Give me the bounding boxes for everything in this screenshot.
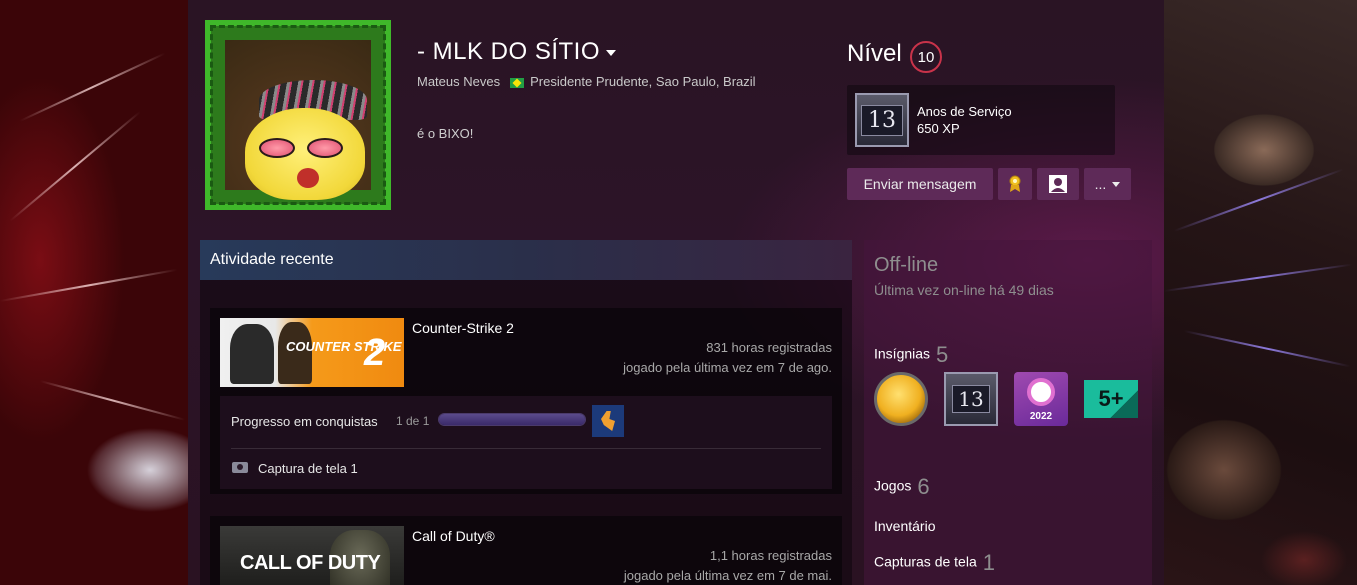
screenshots-label: Capturas de tela [874,553,977,570]
game-capsule-cod[interactable]: CALL OF DUTY [220,526,404,585]
game-card-cs2: COUNTER STRIKE 2 Counter-Strike 2 831 ho… [210,308,842,494]
persona-name[interactable]: - MLK DO SÍTIO [417,38,617,66]
real-name: Mateus Neves [417,74,501,89]
profile-sidebar: Off-line Última vez on-line há 49 dias I… [864,240,1152,585]
level-label: Nível [847,40,902,67]
five-plus-badge-icon[interactable]: 5+ [1084,380,1138,418]
divider [231,448,821,449]
view-profile-button[interactable] [1037,168,1079,200]
game-capsule-cs2[interactable]: COUNTER STRIKE 2 [220,318,404,387]
years-of-service-icon: 13 [855,93,909,147]
game-hours: 1,1 horas registradas [709,548,832,563]
background-right [1164,0,1357,585]
years-of-service-badge-icon[interactable]: 13 [944,372,998,426]
gold-coin-badge-icon[interactable] [874,372,928,426]
achievements-count: 1 de 1 [396,414,430,428]
capsule-number: 2 [364,332,386,374]
last-online: Última vez on-line há 49 dias [874,282,1054,298]
camera-icon [232,462,248,473]
game-hours: 831 horas registradas [706,340,832,355]
recent-activity-header: Atividade recente [200,240,852,280]
profile-avatar[interactable] [205,20,391,210]
profile-header-info: Mateus Neves Presidente Prudente, Sao Pa… [417,74,756,89]
avatar-image [225,40,371,200]
games-label: Jogos [874,477,912,494]
badge-xp: 650 XP [917,121,960,136]
achievement-progress-fill [439,414,585,425]
recent-activity-section: Atividade recente COUNTER STRIKE 2 Count… [200,240,852,585]
games-link[interactable]: Jogos 6 [874,474,930,500]
badges-label: Insígnias [874,345,931,362]
level-badge[interactable]: 10 [910,41,942,73]
game-last-played: jogado pela última vez em 7 de mai. [623,568,832,583]
badge-title: Anos de Serviço [917,104,1012,119]
capsule-logo: CALL OF DUTY [240,552,381,574]
background-left [0,0,188,585]
award-icon [1009,175,1021,192]
achievement-progress-bar [438,413,586,426]
favorite-badge[interactable]: 13 Anos de Serviço 650 XP [847,85,1115,155]
badges-link[interactable]: Insígnias 5 [874,342,948,368]
more-options-button[interactable]: ... [1084,168,1131,200]
years-number: 13 [861,104,903,136]
screenshots-section-link[interactable]: Capturas de tela 1 [874,550,995,576]
achievements-label[interactable]: Progresso em conquistas [231,414,378,429]
profile-summary: é o BIXO! [417,126,474,141]
award-button[interactable] [998,168,1032,200]
steam-2022-badge-icon[interactable]: 2022 [1014,372,1068,426]
game-name[interactable]: Call of Duty® [412,528,495,544]
badge-list: 13 2022 5+ [874,372,1138,426]
send-message-button[interactable]: Enviar mensagem [847,168,993,200]
screenshots-link[interactable]: Captura de tela 1 [258,461,358,476]
game-last-played: jogado pela última vez em 7 de ago. [623,360,832,375]
screenshots-count: 1 [982,550,995,575]
more-label: ... [1094,176,1107,192]
location-text: Presidente Prudente, Sao Paulo, Brazil [530,74,756,89]
games-count: 6 [917,474,930,499]
chevron-down-icon [1112,181,1121,187]
online-status: Off-line [874,254,939,276]
achievement-icon[interactable] [592,405,624,437]
chevron-down-icon[interactable] [606,49,617,56]
game-card-cod: CALL OF DUTY Call of Duty® 1,1 horas reg… [210,516,842,585]
inventory-link[interactable]: Inventário [874,518,935,534]
brazil-flag-icon [510,77,525,88]
location: Presidente Prudente, Sao Paulo, Brazil [510,74,756,89]
game-name[interactable]: Counter-Strike 2 [412,320,514,336]
achievement-progress-box: Progresso em conquistas 1 de 1 Captura d… [220,396,832,489]
profile-panel: - MLK DO SÍTIO Mateus Neves Presidente P… [188,0,1164,585]
badges-count: 5 [936,342,949,367]
user-icon [1049,175,1067,193]
persona-name-text: - MLK DO SÍTIO [417,38,601,65]
